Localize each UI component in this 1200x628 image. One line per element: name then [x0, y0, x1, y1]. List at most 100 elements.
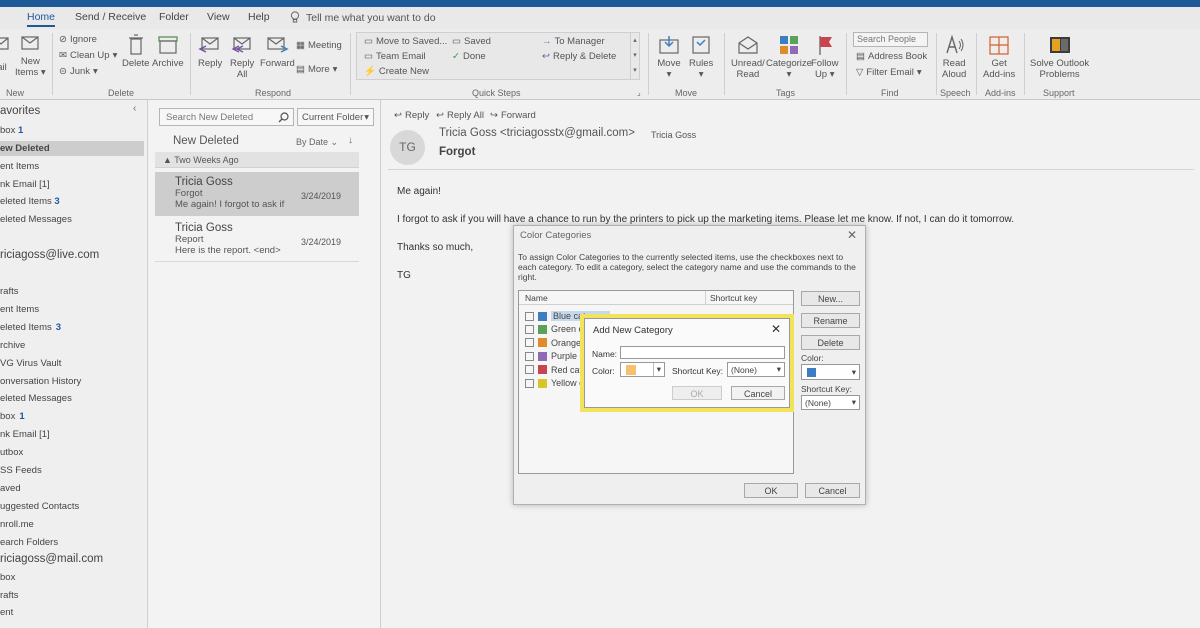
- rules-button[interactable]: Rules ▾: [689, 34, 713, 80]
- quick-step-create-new[interactable]: ⚡ Create New: [364, 66, 429, 77]
- folder-junk-email[interactable]: nk Email [1]: [0, 179, 50, 190]
- delete-category-button[interactable]: Delete: [801, 335, 860, 350]
- quick-step-move-to-saved[interactable]: ▭ Move to Saved...: [364, 36, 447, 47]
- folder-inbox[interactable]: box 1: [0, 125, 23, 136]
- more-respond-button[interactable]: ▤ More ▾: [296, 64, 337, 75]
- filter-email-button[interactable]: ▽ Filter Email ▾: [856, 67, 922, 78]
- category-row[interactable]: Red cate: [525, 365, 587, 375]
- category-checkbox[interactable]: [525, 351, 534, 361]
- tab-view[interactable]: View: [207, 11, 230, 23]
- category-name-input[interactable]: [620, 346, 785, 359]
- folder-item[interactable]: rafts: [0, 286, 18, 297]
- category-row[interactable]: Orange c: [525, 338, 588, 348]
- folder-item[interactable]: eleted Items 3: [0, 322, 61, 333]
- ok-button[interactable]: OK: [672, 386, 722, 400]
- tab-folder[interactable]: Folder: [159, 11, 189, 23]
- folder-item[interactable]: utbox: [0, 447, 23, 458]
- category-checkbox[interactable]: [525, 311, 534, 321]
- folder-item[interactable]: onversation History: [0, 376, 81, 387]
- folder-item[interactable]: ent Items: [0, 304, 39, 315]
- rename-category-button[interactable]: Rename: [801, 313, 860, 328]
- junk-button[interactable]: ⊝ Junk ▾: [59, 66, 98, 77]
- sort-direction-icon[interactable]: ↓: [348, 135, 353, 146]
- folder-item[interactable]: nroll.me: [0, 519, 34, 530]
- quick-steps-scroll[interactable]: ▴ ▾ ▾: [630, 33, 639, 79]
- quick-step-team-email[interactable]: ▭ Team Email: [364, 51, 426, 62]
- quick-step-done[interactable]: ✓ Done: [452, 51, 486, 62]
- search-input[interactable]: Search New Deleted: [159, 108, 294, 126]
- category-checkbox[interactable]: [525, 324, 534, 334]
- category-color-dropdown[interactable]: ▾: [801, 364, 860, 380]
- group-header[interactable]: ▲ Two Weeks Ago: [155, 152, 359, 168]
- follow-up-button[interactable]: Follow Up ▾: [811, 34, 838, 80]
- email-recipient[interactable]: Tricia Goss: [651, 130, 696, 140]
- tell-me-search[interactable]: Tell me what you want to do: [290, 11, 436, 24]
- folder-item[interactable]: VG Virus Vault: [0, 358, 61, 369]
- tab-send-receive[interactable]: Send / Receive: [75, 11, 146, 23]
- column-header-shortcut[interactable]: Shortcut key: [710, 293, 757, 303]
- new-category-button[interactable]: New...: [801, 291, 860, 306]
- avatar[interactable]: TG: [390, 130, 425, 165]
- get-add-ins-button[interactable]: Get Add-ins: [983, 34, 1015, 80]
- unread-read-button[interactable]: Unread/Read: [731, 34, 765, 80]
- folder-item[interactable]: uggested Contacts: [0, 501, 79, 512]
- dialog-launcher-icon[interactable]: ⌟: [637, 88, 641, 97]
- search-people-input[interactable]: Search People: [853, 32, 928, 47]
- reply-all-button[interactable]: Reply All: [230, 34, 254, 80]
- folder-item[interactable]: eleted Messages: [0, 393, 72, 404]
- category-row[interactable]: Green ca: [525, 324, 588, 334]
- category-checkbox[interactable]: [525, 378, 534, 388]
- folder-deleted-items[interactable]: eleted Items 3: [0, 196, 60, 207]
- account-header-live[interactable]: riciagoss@live.com: [0, 249, 99, 261]
- reply-button[interactable]: Reply: [198, 34, 222, 69]
- tab-home[interactable]: Home: [27, 11, 56, 27]
- list-item[interactable]: Tricia Goss Report Here is the report. <…: [155, 218, 359, 262]
- folder-item[interactable]: rchive: [0, 340, 25, 351]
- shortcut-key-dropdown[interactable]: (None) ▾: [727, 362, 785, 377]
- sort-dropdown[interactable]: By Date ⌄: [296, 137, 338, 148]
- category-checkbox[interactable]: [525, 338, 534, 348]
- tab-help[interactable]: Help: [248, 11, 270, 23]
- ok-button[interactable]: OK: [744, 483, 798, 498]
- meeting-button[interactable]: ▦ Meeting: [296, 40, 342, 51]
- quick-step-to-manager[interactable]: → To Manager: [542, 36, 605, 47]
- favorites-header[interactable]: avorites: [0, 105, 40, 117]
- ignore-button[interactable]: ⊘ Ignore: [59, 34, 97, 45]
- cancel-button[interactable]: Cancel: [805, 483, 860, 498]
- folder-item[interactable]: aved: [0, 483, 21, 494]
- folder-sent[interactable]: ent: [0, 607, 13, 618]
- folder-drafts[interactable]: rafts: [0, 590, 18, 601]
- close-icon[interactable]: ✕: [771, 322, 781, 336]
- clean-up-button[interactable]: ✉ Clean Up ▾: [59, 50, 117, 61]
- folder-item[interactable]: earch Folders: [0, 537, 58, 548]
- reply-all-inline-button[interactable]: ↩ Reply All: [436, 110, 484, 121]
- account-header-mail[interactable]: riciagoss@mail.com: [0, 553, 103, 565]
- reply-inline-button[interactable]: ↩ Reply: [394, 110, 429, 121]
- archive-button[interactable]: Archive: [152, 34, 184, 69]
- category-row[interactable]: Purple c: [525, 351, 584, 361]
- category-checkbox[interactable]: [525, 365, 534, 375]
- forward-button[interactable]: Forward: [260, 34, 295, 69]
- column-header-name[interactable]: Name: [525, 293, 548, 303]
- folder-sent-items[interactable]: ent Items: [0, 161, 39, 172]
- solve-outlook-problems-button[interactable]: Solve Outlook Problems: [1030, 34, 1089, 80]
- shortcut-key-dropdown[interactable]: (None) ▾: [801, 395, 860, 410]
- folder-item[interactable]: nk Email [1]: [0, 429, 50, 440]
- folder-item[interactable]: box 1: [0, 411, 25, 422]
- forward-inline-button[interactable]: ↪ Forward: [490, 110, 536, 121]
- search-icon[interactable]: [278, 112, 289, 123]
- collapse-pane-icon[interactable]: ‹: [133, 103, 136, 114]
- delete-button[interactable]: Delete: [122, 34, 149, 69]
- new-email-button[interactable]: ail: [0, 34, 10, 73]
- folder-item[interactable]: SS Feeds: [0, 465, 42, 476]
- list-item[interactable]: Tricia Goss Forgot Me again! I forgot to…: [155, 172, 359, 216]
- folder-deleted-messages[interactable]: eleted Messages: [0, 214, 72, 225]
- search-scope-dropdown[interactable]: Current Folder ▾: [297, 108, 374, 126]
- read-aloud-button[interactable]: Read Aloud: [942, 34, 966, 80]
- address-book-button[interactable]: ▤ Address Book: [856, 51, 927, 62]
- category-row[interactable]: Yellow c: [525, 378, 584, 388]
- new-items-button[interactable]: New Items ▾: [15, 34, 46, 78]
- cancel-button[interactable]: Cancel: [731, 386, 785, 400]
- quick-step-saved[interactable]: ▭ Saved: [452, 36, 491, 47]
- categorize-button[interactable]: Categorize ▾: [766, 34, 812, 80]
